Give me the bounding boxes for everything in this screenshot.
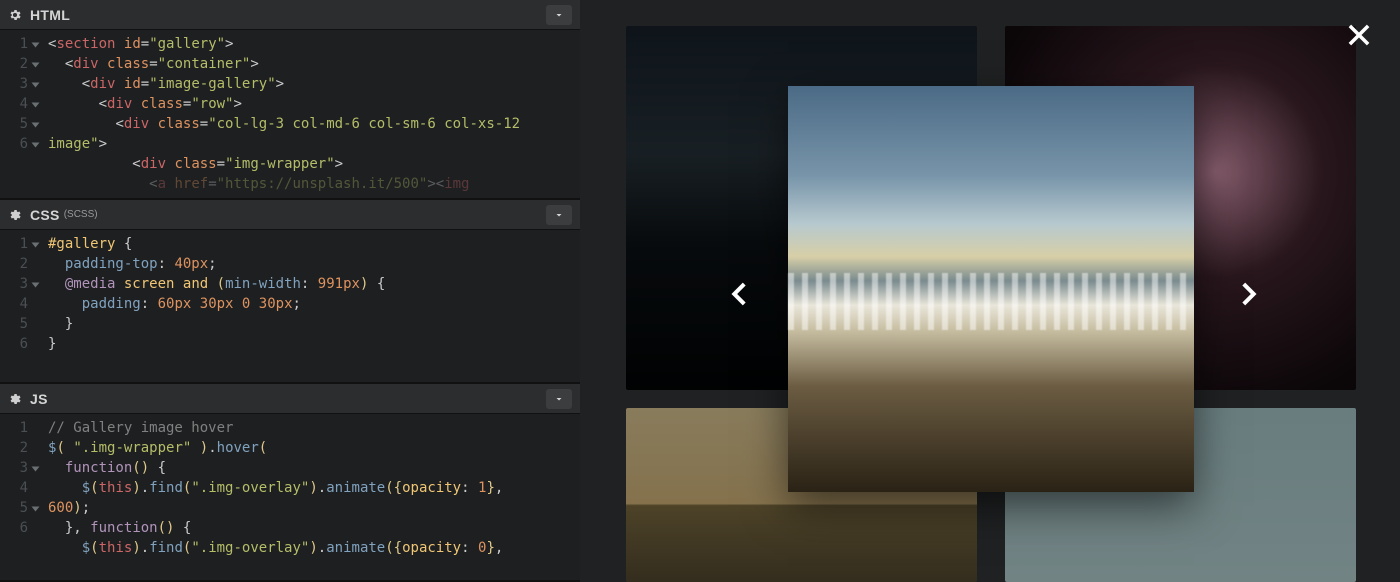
gutter: 123456	[0, 230, 34, 382]
gear-icon[interactable]	[8, 8, 22, 22]
code-css[interactable]: #gallery { padding-top: 40px; @media scr…	[34, 230, 580, 382]
pane-title: JS	[30, 391, 48, 407]
pane-header-js: JS	[0, 384, 580, 414]
pane-css: CSS (SCSS) 123456 #gallery { padding-top…	[0, 200, 580, 384]
collapse-button[interactable]	[546, 389, 572, 409]
code-html[interactable]: <section id="gallery"> <div class="conta…	[34, 30, 580, 198]
code-js[interactable]: // Gallery image hover $( ".img-wrapper"…	[34, 414, 580, 580]
code-area-js[interactable]: 123456 // Gallery image hover $( ".img-w…	[0, 414, 580, 580]
pane-html: HTML 123456 <section id="gallery"> <div …	[0, 0, 580, 200]
close-button[interactable]	[1342, 18, 1376, 52]
pane-header-html: HTML	[0, 0, 580, 30]
code-area-css[interactable]: 123456 #gallery { padding-top: 40px; @me…	[0, 230, 580, 382]
pane-title: CSS	[30, 207, 60, 223]
pane-header-css: CSS (SCSS)	[0, 200, 580, 230]
next-button[interactable]	[1230, 270, 1270, 318]
pane-title: HTML	[30, 7, 70, 23]
collapse-button[interactable]	[546, 205, 572, 225]
editor-column: HTML 123456 <section id="gallery"> <div …	[0, 0, 580, 582]
pane-js: JS 123456 // Gallery image hover $( ".im…	[0, 384, 580, 582]
pane-subtitle: (SCSS)	[64, 209, 98, 220]
preview-column	[580, 0, 1400, 582]
prev-button[interactable]	[718, 270, 758, 318]
code-area-html[interactable]: 123456 <section id="gallery"> <div class…	[0, 30, 580, 198]
gear-icon[interactable]	[8, 392, 22, 406]
gear-icon[interactable]	[8, 208, 22, 222]
lightbox-image	[788, 86, 1194, 492]
gutter: 123456	[0, 414, 34, 580]
gutter: 123456	[0, 30, 34, 198]
collapse-button[interactable]	[546, 5, 572, 25]
